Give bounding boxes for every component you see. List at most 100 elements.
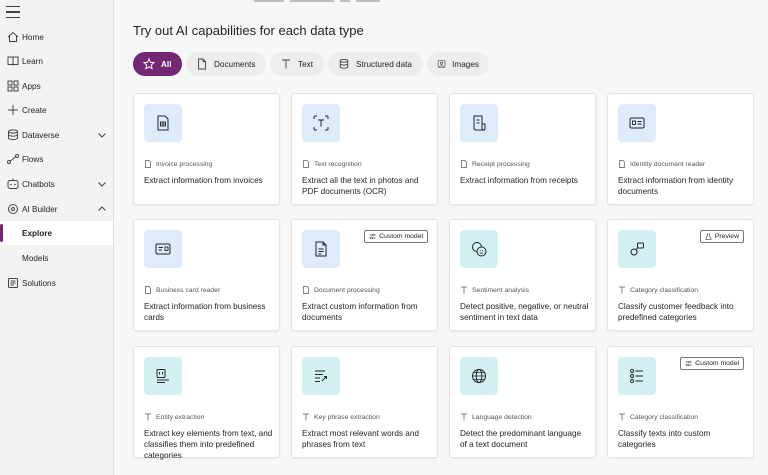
card-icon-tile	[144, 230, 182, 268]
sidebar-item-home[interactable]: Home	[0, 25, 113, 49]
tab-all[interactable]: All	[133, 52, 182, 76]
tab-label: Structured data	[356, 59, 412, 69]
card-description: Extract information from invoices	[144, 176, 263, 185]
apps-icon	[7, 80, 19, 92]
capability-card-key-phrase-extraction[interactable]: Key phrase extraction Extract most relev…	[291, 346, 438, 458]
image-icon	[437, 60, 446, 68]
filter-tabs: All Documents Text Structured data Image…	[133, 52, 493, 77]
card-category-label: Category classification	[630, 413, 698, 421]
sidebar-item-apps[interactable]: Apps	[0, 74, 113, 98]
tab-structured-data[interactable]: Structured data	[328, 52, 423, 76]
tab-images[interactable]: Images	[427, 52, 489, 76]
sidebar: Home Learn Apps Create Dataverse Flows C…	[0, 0, 114, 475]
badge-label: Custom model	[695, 360, 739, 367]
ai-builder-icon	[8, 204, 18, 214]
sentiment-faces-icon	[472, 242, 487, 257]
card-description: Detect the predominant language of a tex…	[460, 429, 582, 449]
card-description: Extract information from identity docume…	[618, 176, 734, 196]
capability-card-receipt-processing[interactable]: Receipt processing Extract information f…	[449, 93, 596, 205]
card-description: Extract custom information from document…	[302, 302, 418, 322]
sidebar-item-chatbots[interactable]: Chatbots	[0, 172, 113, 196]
sidebar-item-label: Solutions	[22, 278, 56, 288]
classification-icon	[630, 242, 644, 256]
document-icon	[461, 160, 467, 168]
card-category: Text recognition	[302, 160, 362, 168]
capability-card-business-card-reader[interactable]: Business card reader Extract information…	[133, 219, 280, 331]
badge-label: Preview	[714, 233, 739, 240]
card-category-label: Identity document reader	[630, 160, 706, 168]
sidebar-item-dataverse[interactable]: Dataverse	[0, 123, 113, 147]
capability-card-language-detection[interactable]: Language detection Detect the predominan…	[449, 346, 596, 458]
plus-icon	[8, 105, 18, 115]
card-category: Key phrase extraction	[302, 413, 380, 421]
sidebar-item-solutions[interactable]: Solutions	[0, 271, 113, 295]
globe-icon	[472, 369, 486, 383]
text-recognition-icon	[313, 115, 329, 131]
card-description: Detect positive, negative, or neutral se…	[460, 302, 589, 322]
capability-card-category-classification[interactable]: Preview Category classification Classify…	[607, 219, 754, 331]
text-icon	[619, 413, 625, 421]
card-icon-tile	[618, 104, 656, 142]
settings-sliders-icon	[685, 360, 692, 367]
text-icon	[282, 59, 290, 69]
sidebar-item-label: Home	[22, 32, 44, 42]
id-card-icon	[629, 117, 645, 129]
card-category: Entity extraction	[144, 413, 204, 421]
capability-card-entity-extraction[interactable]: Entity extraction Extract key elements f…	[133, 346, 280, 460]
card-icon-tile	[302, 357, 340, 395]
hamburger-menu-icon[interactable]	[6, 6, 20, 18]
card-description: Extract information from business cards	[144, 302, 266, 322]
capability-card-document-processing[interactable]: Custom model Document processing Extract…	[291, 219, 438, 331]
card-description: Extract all the text in photos and PDF d…	[302, 176, 419, 196]
card-category-label: Category classification	[630, 286, 698, 294]
capability-card-custom-category-classification[interactable]: Custom model Category classification Cla…	[607, 346, 754, 458]
settings-sliders-icon	[369, 233, 376, 240]
document-icon	[198, 58, 206, 70]
document-icon	[145, 160, 151, 168]
preview-badge: Preview	[699, 230, 744, 243]
text-icon	[461, 413, 467, 421]
capability-card-sentiment-analysis[interactable]: Sentiment analysis Detect positive, nega…	[449, 219, 596, 331]
card-category-label: Receipt processing	[472, 160, 530, 168]
tab-documents[interactable]: Documents	[186, 52, 266, 76]
document-processing-icon	[315, 241, 327, 257]
cropped-header-strip	[114, 0, 768, 6]
custom-model-badge: Custom model	[364, 230, 428, 243]
capability-card-invoice-processing[interactable]: Invoice processing Extract information f…	[133, 93, 280, 205]
card-icon-tile	[618, 357, 656, 395]
card-icon-tile	[302, 230, 340, 268]
chevron-up-icon[interactable]	[97, 204, 107, 214]
chevron-down-icon[interactable]	[97, 179, 107, 189]
sidebar-item-learn[interactable]: Learn	[0, 49, 113, 73]
card-icon-tile	[144, 104, 182, 142]
card-category-label: Sentiment analysis	[472, 286, 530, 294]
chatbot-icon	[7, 178, 19, 189]
capability-card-identity-document-reader[interactable]: Identity document reader Extract informa…	[607, 93, 754, 205]
invoice-icon	[157, 115, 169, 131]
card-category-label: Language detection	[472, 413, 532, 421]
custom-model-badge: Custom model	[680, 357, 744, 370]
sidebar-item-label: AI Builder	[22, 204, 58, 214]
card-icon-tile	[302, 104, 340, 142]
card-category-label: Text recognition	[314, 160, 362, 168]
sidebar-item-explore[interactable]: Explore	[0, 221, 113, 245]
sidebar-item-label: Create	[22, 105, 47, 115]
document-icon	[303, 160, 309, 168]
sidebar-item-models[interactable]: Models	[0, 246, 113, 270]
tab-text[interactable]: Text	[270, 52, 324, 76]
card-category-label: Entity extraction	[156, 413, 205, 421]
chevron-down-icon[interactable]	[97, 130, 107, 140]
sidebar-item-label: Flows	[22, 154, 44, 164]
sidebar-item-ai-builder[interactable]: AI Builder	[0, 197, 113, 221]
capability-card-text-recognition[interactable]: Text recognition Extract all the text in…	[291, 93, 438, 205]
document-icon	[145, 286, 151, 294]
list-icon	[630, 369, 643, 383]
entity-extraction-icon	[156, 369, 169, 383]
card-icon-tile	[460, 357, 498, 395]
flow-icon	[7, 154, 19, 164]
tab-label: Documents	[214, 59, 256, 69]
text-icon	[619, 286, 625, 294]
sidebar-item-create[interactable]: Create	[0, 98, 113, 122]
sidebar-item-flows[interactable]: Flows	[0, 147, 113, 171]
card-description: Classify customer feedback into predefin…	[618, 302, 734, 322]
